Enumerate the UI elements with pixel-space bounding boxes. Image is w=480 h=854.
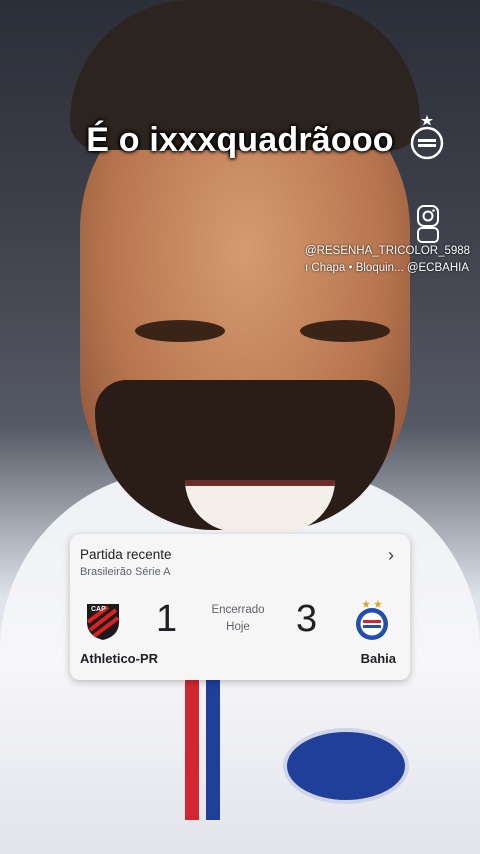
match-date: Hoje bbox=[226, 621, 250, 633]
bahia-crest-icon bbox=[356, 600, 388, 640]
jersey-crest bbox=[283, 728, 409, 804]
creator-handle: @RESENHA_TRICOLOR_5988 bbox=[305, 245, 471, 257]
home-team-name: Athletico-PR bbox=[80, 651, 158, 666]
match-status: Encerrado bbox=[211, 604, 265, 616]
jersey-stripe-blue bbox=[206, 680, 220, 820]
competition-label: Brasileirão Série A bbox=[80, 566, 171, 578]
athletico-pr-crest-icon: CAP bbox=[86, 604, 120, 640]
svg-text:CAP: CAP bbox=[91, 606, 106, 613]
right-eye bbox=[300, 320, 390, 342]
away-team-name: Bahia bbox=[360, 651, 396, 666]
left-eye bbox=[135, 320, 225, 342]
audio-credit: ı Chapa • Bloquin... @ECBAHIA bbox=[305, 262, 469, 274]
card-title: Partida recente bbox=[80, 547, 172, 562]
jersey-stripe-red bbox=[185, 680, 199, 820]
instagram-icon bbox=[417, 205, 439, 243]
away-score: 3 bbox=[296, 598, 318, 640]
chevron-right-icon[interactable]: › bbox=[388, 545, 394, 566]
bahia-watermark-icon bbox=[410, 115, 444, 160]
home-score: 1 bbox=[156, 598, 178, 640]
match-result-card[interactable]: Partida recente Brasileirão Série A › CA… bbox=[70, 534, 410, 680]
